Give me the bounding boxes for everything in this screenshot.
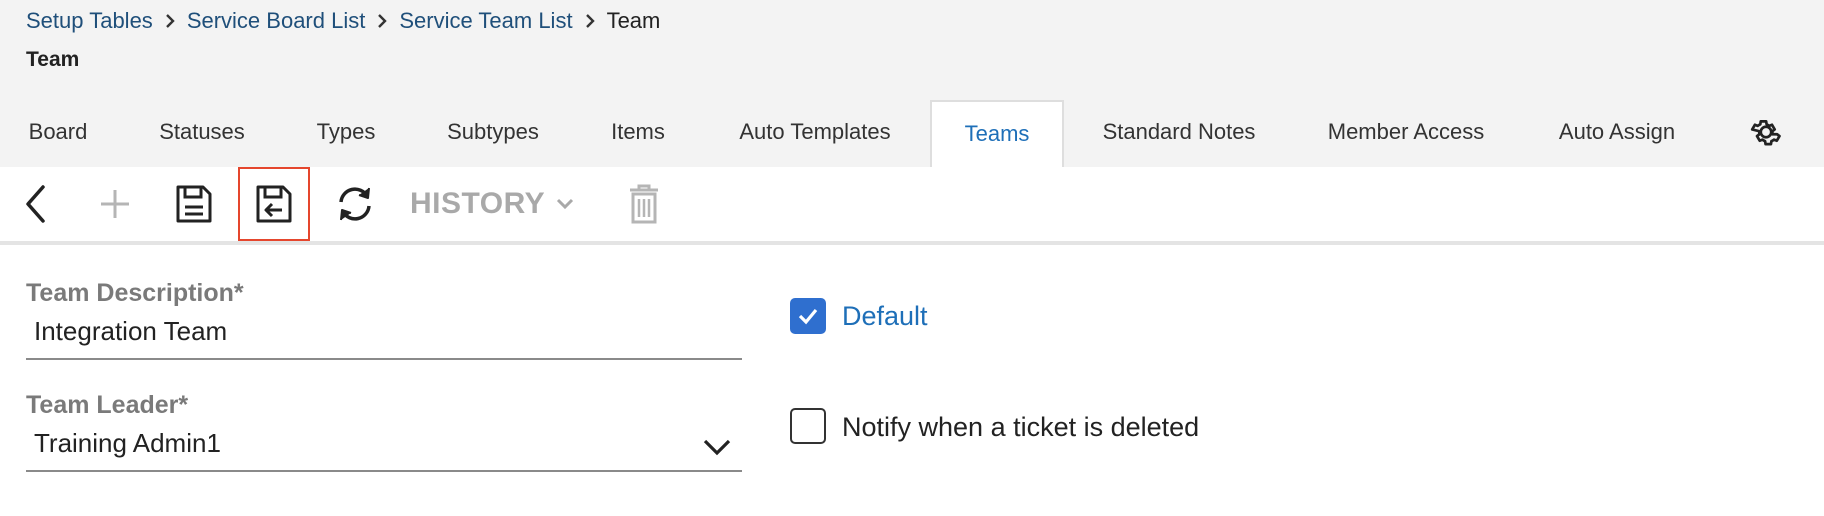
breadcrumb-setup-tables[interactable]: Setup Tables bbox=[26, 8, 153, 34]
chevron-down-icon[interactable] bbox=[702, 437, 732, 462]
toolbar: HISTORY bbox=[0, 167, 1824, 245]
breadcrumb-current: Team bbox=[606, 8, 661, 33]
breadcrumb-service-board-list[interactable]: Service Board List bbox=[187, 8, 366, 34]
chevron-right-icon bbox=[153, 13, 187, 29]
tab-auto-assign[interactable]: Auto Assign bbox=[1546, 100, 1688, 167]
tab-bar: Board Statuses Types Subtypes Items Auto… bbox=[0, 100, 1824, 167]
tab-member-access[interactable]: Member Access bbox=[1318, 100, 1494, 167]
trash-icon[interactable] bbox=[622, 167, 666, 241]
tab-subtypes[interactable]: Subtypes bbox=[430, 100, 556, 167]
history-label: HISTORY bbox=[410, 187, 546, 220]
tab-statuses[interactable]: Statuses bbox=[136, 100, 268, 167]
tab-auto-templates[interactable]: Auto Templates bbox=[722, 100, 908, 167]
team-leader-select[interactable]: Training Admin1 bbox=[34, 428, 221, 459]
default-label[interactable]: Default bbox=[842, 301, 928, 332]
team-description-label: Team Description* bbox=[26, 279, 244, 307]
chevron-right-icon bbox=[573, 13, 607, 29]
page-header: Setup Tables Service Board List Service … bbox=[0, 0, 1824, 167]
page-title: Team bbox=[26, 48, 80, 71]
refresh-icon[interactable] bbox=[330, 167, 380, 241]
team-form: Team Description* Integration Team Team … bbox=[0, 245, 1824, 516]
tab-standard-notes[interactable]: Standard Notes bbox=[1092, 100, 1266, 167]
plus-icon[interactable] bbox=[90, 167, 140, 241]
tab-teams[interactable]: Teams bbox=[930, 100, 1064, 167]
team-description-underline bbox=[26, 358, 742, 360]
default-checkbox[interactable] bbox=[790, 298, 826, 334]
tab-items[interactable]: Items bbox=[594, 100, 682, 167]
team-description-input[interactable]: Integration Team bbox=[34, 316, 227, 347]
gear-icon[interactable] bbox=[1748, 114, 1784, 150]
team-leader-underline bbox=[26, 470, 742, 472]
chevron-left-icon[interactable] bbox=[14, 167, 58, 241]
history-dropdown[interactable]: HISTORY bbox=[410, 167, 578, 241]
check-icon bbox=[798, 308, 818, 325]
notify-deleted-checkbox[interactable] bbox=[790, 408, 826, 444]
tab-board[interactable]: Board bbox=[0, 100, 116, 167]
breadcrumb-service-team-list[interactable]: Service Team List bbox=[399, 8, 572, 34]
breadcrumb: Setup Tables Service Board List Service … bbox=[26, 6, 660, 36]
save-icon[interactable] bbox=[170, 167, 218, 241]
team-leader-label: Team Leader* bbox=[26, 391, 189, 419]
save-and-close-icon[interactable] bbox=[238, 167, 310, 241]
notify-deleted-label[interactable]: Notify when a ticket is deleted bbox=[842, 412, 1199, 443]
chevron-right-icon bbox=[365, 13, 399, 29]
tab-types[interactable]: Types bbox=[296, 100, 396, 167]
chevron-down-icon bbox=[555, 197, 575, 211]
